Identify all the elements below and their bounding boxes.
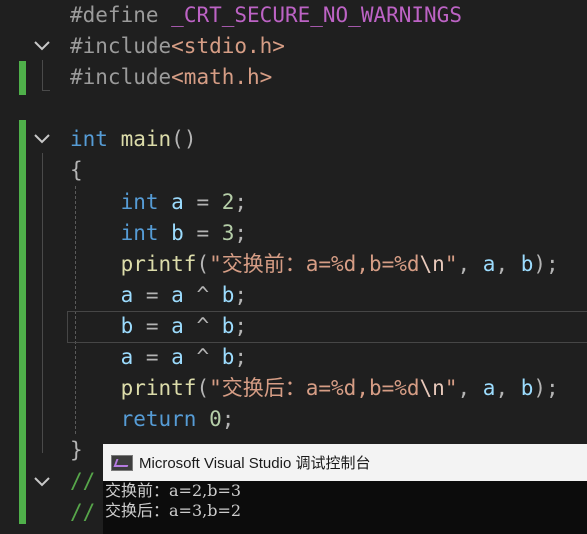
punctuation: () [171, 127, 197, 151]
string-literal: "交换后：a=%d,b=%d [209, 376, 420, 400]
macro-name: _CRT_SECURE_NO_WARNINGS [171, 3, 462, 27]
code-line-comment[interactable]: // [70, 466, 95, 497]
code-line-int-b[interactable]: int b = 3; [70, 218, 248, 249]
include-directive: #include [70, 65, 172, 89]
keyword: int [120, 221, 159, 245]
comment: // [70, 469, 96, 493]
keyword: int [70, 127, 108, 151]
code-line-xor-1[interactable]: a = a ^ b; [70, 280, 248, 311]
code-line-xor-2[interactable]: b = a ^ b; [70, 311, 248, 342]
brace: } [70, 438, 83, 462]
function-name: printf [120, 252, 197, 276]
header-name: <math.h> [171, 65, 273, 89]
fold-guide-end [42, 90, 50, 91]
code-line-xor-3[interactable]: a = a ^ b; [70, 342, 248, 373]
change-indicator-bar [19, 120, 26, 524]
code-line-include-math[interactable]: #include<math.h> [70, 62, 272, 93]
code-line-printf-after[interactable]: printf("交换后：a=%d,b=%d\n", a, b); [70, 373, 559, 404]
console-output-line: 交换前：a=2,b=3 [105, 481, 242, 500]
fold-guide [42, 60, 43, 90]
escape-sequence: \n [419, 252, 445, 276]
fold-guide [42, 153, 43, 453]
include-directive: #include [70, 34, 172, 58]
fold-chevron-icon[interactable] [32, 36, 52, 56]
number: 2 [221, 190, 235, 214]
number: 3 [221, 221, 235, 245]
terminal-icon [111, 454, 133, 471]
code-line-int-a[interactable]: int a = 2; [70, 187, 248, 218]
keyword: int [120, 190, 159, 214]
code-line-define[interactable]: #define _CRT_SECURE_NO_WARNINGS [70, 0, 462, 31]
code-line-include-stdio[interactable]: #include<stdio.h> [70, 31, 285, 62]
escape-sequence: \n [419, 376, 445, 400]
code-line-printf-before[interactable]: printf("交换前：a=%d,b=%d\n", a, b); [70, 249, 559, 280]
comment: // [70, 500, 96, 524]
string-literal: "交换前：a=%d,b=%d [209, 252, 420, 276]
brace: { [70, 158, 83, 182]
variable: b [171, 221, 184, 245]
function-name: printf [120, 376, 197, 400]
code-line-return[interactable]: return 0; [70, 404, 235, 435]
console-title-bar[interactable]: Microsoft Visual Studio 调试控制台 [103, 444, 587, 481]
fold-chevron-icon[interactable] [32, 472, 52, 492]
code-line-comment[interactable]: // [70, 497, 95, 528]
number: 0 [209, 407, 222, 431]
variable: a [171, 190, 184, 214]
code-line-main[interactable]: int main() [70, 124, 196, 155]
define-directive: #define [70, 3, 159, 27]
function-name: main [120, 127, 172, 151]
code-line-brace-close[interactable]: } [70, 435, 83, 466]
header-name: <stdio.h> [171, 34, 285, 58]
console-output-line: 交换后：a=3,b=2 [105, 501, 242, 520]
keyword: return [120, 407, 197, 431]
fold-chevron-icon[interactable] [32, 129, 52, 149]
console-title: Microsoft Visual Studio 调试控制台 [139, 455, 371, 472]
code-line-brace-open[interactable]: { [70, 155, 83, 186]
change-indicator-bar [19, 61, 26, 95]
debug-console-window[interactable]: Microsoft Visual Studio 调试控制台 交换前：a=2,b=… [103, 444, 587, 534]
